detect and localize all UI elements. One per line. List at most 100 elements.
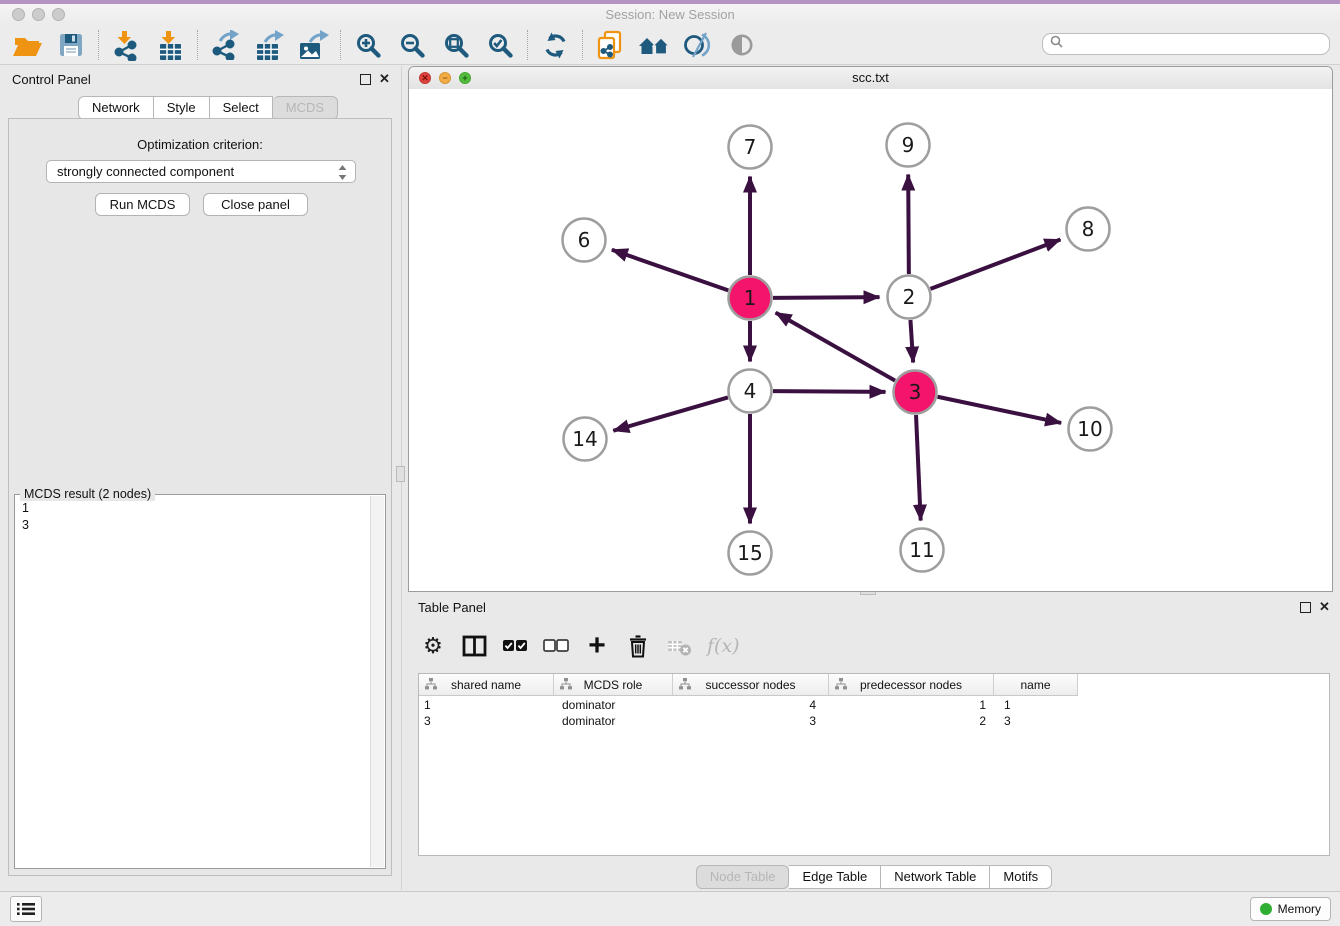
column-header-shared-name[interactable]: shared name [419, 674, 554, 695]
network-window-titlebar[interactable]: ✕ − + scc.txt [409, 67, 1332, 90]
toolbar-group [583, 28, 769, 62]
table-header-row: shared nameMCDS role successor nodes prede… [419, 674, 1078, 696]
network-window-title: scc.txt [409, 67, 1332, 89]
table-row[interactable]: 1dominator411 [419, 697, 1329, 713]
control-panel-close-icon[interactable]: ✕ [379, 73, 390, 85]
vertical-splitter-handle[interactable] [396, 466, 405, 482]
close-panel-button[interactable]: Close panel [203, 193, 308, 216]
column-header-icon [679, 678, 691, 693]
table-cell: dominator [554, 697, 673, 713]
copy-network-icon[interactable] [593, 28, 627, 62]
save-session-icon[interactable] [54, 28, 88, 62]
graph-edge-3-11[interactable] [916, 415, 921, 521]
graph-node-1[interactable]: 1 [729, 277, 772, 320]
split-pane-icon[interactable] [461, 631, 487, 661]
result-scrollbar[interactable] [370, 496, 384, 867]
table-panel-title: Table Panel [418, 600, 486, 615]
optimization-criterion-select[interactable]: strongly connected component [46, 160, 356, 183]
zoom-fit-icon[interactable] [439, 28, 473, 62]
style-brush-icon[interactable] [681, 28, 715, 62]
import-table-icon[interactable] [153, 28, 187, 62]
table-row[interactable]: 3dominator323 [419, 713, 1329, 729]
graph-node-7[interactable]: 7 [729, 126, 772, 169]
gear-icon[interactable]: ⚙ [420, 631, 446, 661]
svg-text:8: 8 [1082, 217, 1095, 241]
optimization-criterion-label: Optimization criterion: [9, 137, 391, 152]
mcds-result-box: MCDS result (2 nodes) 1 3 [14, 494, 386, 869]
zoom-in-icon[interactable] [351, 28, 385, 62]
table-panel-close-icon[interactable]: ✕ [1319, 601, 1330, 613]
column-header-successor-nodes[interactable]: successor nodes [673, 674, 829, 695]
deselect-all-icon[interactable] [543, 631, 569, 661]
table-panel-float-icon[interactable] [1300, 602, 1311, 616]
run-mcds-button[interactable]: Run MCDS [95, 193, 190, 216]
mcds-panel: Optimization criterion: strongly connect… [8, 118, 392, 876]
tab-edge-table[interactable]: Edge Table [789, 865, 881, 889]
tab-motifs[interactable]: Motifs [990, 865, 1052, 889]
refresh-icon[interactable] [538, 28, 572, 62]
graph-edge-1-2[interactable] [773, 297, 880, 298]
svg-text:15: 15 [737, 541, 762, 565]
graph-edge-2-9[interactable] [908, 174, 909, 274]
graph-edge-1-6[interactable] [612, 250, 728, 291]
graph-edge-4-3[interactable] [773, 391, 886, 392]
column-header-predecessor-nodes[interactable]: predecessor nodes [829, 674, 994, 695]
delete-row-icon[interactable] [625, 631, 651, 661]
export-table-icon[interactable] [252, 28, 286, 62]
search-field[interactable] [1042, 33, 1330, 55]
task-history-button[interactable] [10, 896, 42, 922]
export-network-icon[interactable] [208, 28, 242, 62]
search-input[interactable] [1067, 36, 1329, 52]
graph-edge-3-10[interactable] [938, 397, 1062, 423]
graph-node-9[interactable]: 9 [887, 124, 930, 167]
select-all-icon[interactable] [502, 631, 528, 661]
graph-node-10[interactable]: 10 [1069, 408, 1112, 451]
graph-node-3[interactable]: 3 [894, 371, 937, 414]
tab-style[interactable]: Style [154, 96, 210, 120]
import-network-icon[interactable] [109, 28, 143, 62]
table-cell: 1 [419, 697, 554, 713]
graph-node-8[interactable]: 8 [1067, 208, 1110, 251]
graph-edge-2-3[interactable] [910, 320, 913, 363]
home-icon[interactable] [637, 28, 671, 62]
graph-node-15[interactable]: 15 [729, 532, 772, 575]
tab-select[interactable]: Select [210, 96, 273, 120]
graph-node-2[interactable]: 2 [888, 276, 931, 319]
tab-network-table[interactable]: Network Table [881, 865, 990, 889]
toolbar-group [341, 28, 527, 62]
open-file-icon[interactable] [10, 28, 44, 62]
graph-node-11[interactable]: 11 [901, 529, 944, 572]
tab-network[interactable]: Network [78, 96, 154, 120]
add-column-icon[interactable]: + [584, 631, 610, 661]
memory-button[interactable]: Memory [1250, 897, 1331, 921]
column-header-label: name [1020, 678, 1050, 692]
graph-node-4[interactable]: 4 [729, 370, 772, 413]
network-canvas[interactable]: 1 2 3 4 6 7 8 9 10 11 14 15 [409, 89, 1332, 591]
toolbar-group [528, 28, 582, 62]
export-image-icon[interactable] [296, 28, 330, 62]
graph-edge-4-14[interactable] [613, 397, 728, 430]
tab-node-table[interactable]: Node Table [696, 865, 790, 889]
graph-node-6[interactable]: 6 [563, 219, 606, 262]
graph-node-14[interactable]: 14 [564, 418, 607, 461]
network-graph: 1 2 3 4 6 7 8 9 10 11 14 15 [409, 89, 1332, 591]
graph-edge-2-8[interactable] [931, 239, 1061, 288]
table-cell: 3 [419, 713, 554, 729]
svg-text:7: 7 [744, 135, 757, 159]
column-header-name[interactable]: name [994, 674, 1078, 695]
graph-edge-3-1[interactable] [776, 313, 895, 381]
status-bar: Memory [0, 891, 1340, 926]
table-cell: 3 [994, 713, 1078, 729]
zoom-out-icon[interactable] [395, 28, 429, 62]
column-header-label: successor nodes [705, 678, 795, 692]
zoom-selected-icon[interactable] [483, 28, 517, 62]
column-header-MCDS-role[interactable]: MCDS role [554, 674, 673, 695]
application-window: Session: New Session Control Panel ✕ Net… [0, 0, 1340, 926]
svg-text:1: 1 [744, 286, 757, 310]
tab-mcds[interactable]: MCDS [273, 96, 338, 120]
table-panel-tabs: Node TableEdge TableNetwork TableMotifs [408, 865, 1340, 887]
table-cell: 2 [829, 713, 994, 729]
mcds-result-text[interactable]: 1 3 [22, 500, 29, 534]
window-title: Session: New Session [0, 4, 1340, 26]
control-panel-float-icon[interactable] [360, 74, 371, 88]
